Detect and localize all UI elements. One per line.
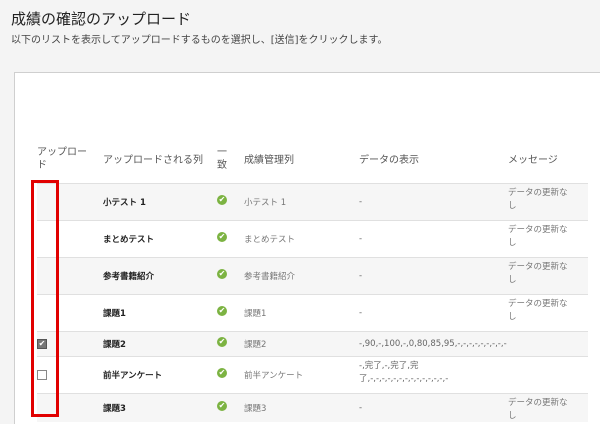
table-row: 参考書籍紹介 ✔ 参考書籍紹介 - データの更新なし <box>37 257 588 294</box>
check-circle-icon: ✔ <box>217 368 227 378</box>
message: データの更新な <box>508 398 568 408</box>
header-upload-cont: ド <box>37 160 47 171</box>
data-display: -,完了,-,完了,完 <box>359 361 419 371</box>
uploaded-column-name: 課題1 <box>103 309 126 319</box>
grade-column-name: 課題2 <box>244 340 267 350</box>
header-uploaded-column: アップロードされる列 <box>103 155 203 166</box>
uploaded-column-name: 課題3 <box>103 404 126 414</box>
uploaded-column-name: 参考書籍紹介 <box>103 272 155 282</box>
uploaded-column-name: 小テスト 1 <box>103 198 146 208</box>
table-row: 課題3 ✔ 課題3 - データの更新なし <box>37 393 588 422</box>
data-display: - <box>359 308 363 318</box>
data-display: - <box>359 403 363 413</box>
check-circle-icon: ✔ <box>217 232 227 242</box>
grade-column-name: 前半アンケート <box>244 371 304 381</box>
upload-column-highlight <box>31 180 59 417</box>
page-title: 成績の確認のアップロード <box>11 10 192 28</box>
grade-column-name: 小テスト 1 <box>244 198 287 208</box>
header-message: メッセージ <box>508 155 558 166</box>
data-display: -,90,-,100,-,0,80,85,95,-,-,-,-,-,-,-,-,… <box>359 339 507 349</box>
uploaded-column-name: まとめテスト <box>103 235 155 245</box>
grade-column-name: 課題3 <box>244 404 267 414</box>
table-header: アップロー ド アップロードされる列 一 致 成績管理列 データの表示 メッセー… <box>37 143 588 183</box>
message-cont: し <box>508 312 517 322</box>
message-cont: し <box>508 238 517 248</box>
table-row: 小テスト 1 ✔ 小テスト 1 - データの更新なし <box>37 183 588 220</box>
message-cont: し <box>508 411 517 421</box>
data-display-cont: 了,-,-,-,-,-,-,-,-,-,-,-,-,-,- <box>359 374 449 384</box>
check-circle-icon: ✔ <box>217 195 227 205</box>
upload-panel: アップロー ド アップロードされる列 一 致 成績管理列 データの表示 メッセー… <box>14 72 600 424</box>
upload-table: アップロー ド アップロードされる列 一 致 成績管理列 データの表示 メッセー… <box>37 143 588 422</box>
table-body: 小テスト 1 ✔ 小テスト 1- データの更新なしまとめテスト ✔ まとめテスト - データの… <box>37 183 588 422</box>
grade-column-name: まとめテスト <box>244 235 296 245</box>
check-circle-icon: ✔ <box>217 401 227 411</box>
table-row: ✔ 課題2 ✔ 課題2 -,90,-,100,-,0,80,85,95,-,-,-,-,… <box>37 331 588 356</box>
data-display: - <box>359 234 363 244</box>
page-description: 以下のリストを表示してアップロードするものを選択し、[送信]をクリックします。 <box>11 35 388 46</box>
uploaded-column-name: 課題2 <box>103 340 126 350</box>
message-cont: し <box>508 201 517 211</box>
check-circle-icon: ✔ <box>217 269 227 279</box>
table-row: まとめテスト ✔ まとめテスト - データの更新なし <box>37 220 588 257</box>
table-row: 前半アンケート ✔ 前半アンケート -,完了,-,完了,完了,-,-,-,-,-,-,… <box>37 356 588 393</box>
grade-column-name: 参考書籍紹介 <box>244 272 296 282</box>
message: データの更新な <box>508 188 568 198</box>
data-display: - <box>359 271 363 281</box>
grade-column-name: 課題1 <box>244 309 267 319</box>
uploaded-column-name: 前半アンケート <box>103 371 163 381</box>
message: データの更新な <box>508 299 568 309</box>
check-circle-icon: ✔ <box>217 306 227 316</box>
message: データの更新な <box>508 262 568 272</box>
check-circle-icon: ✔ <box>217 337 227 347</box>
header-grade-column: 成績管理列 <box>244 155 294 166</box>
message-cont: し <box>508 275 517 285</box>
message: データの更新な <box>508 225 568 235</box>
header-match-cont: 致 <box>217 160 227 171</box>
table-row: 課題1 ✔ 課題1 - データの更新なし <box>37 294 588 331</box>
header-data-display: データの表示 <box>359 155 419 166</box>
data-display: - <box>359 197 363 207</box>
